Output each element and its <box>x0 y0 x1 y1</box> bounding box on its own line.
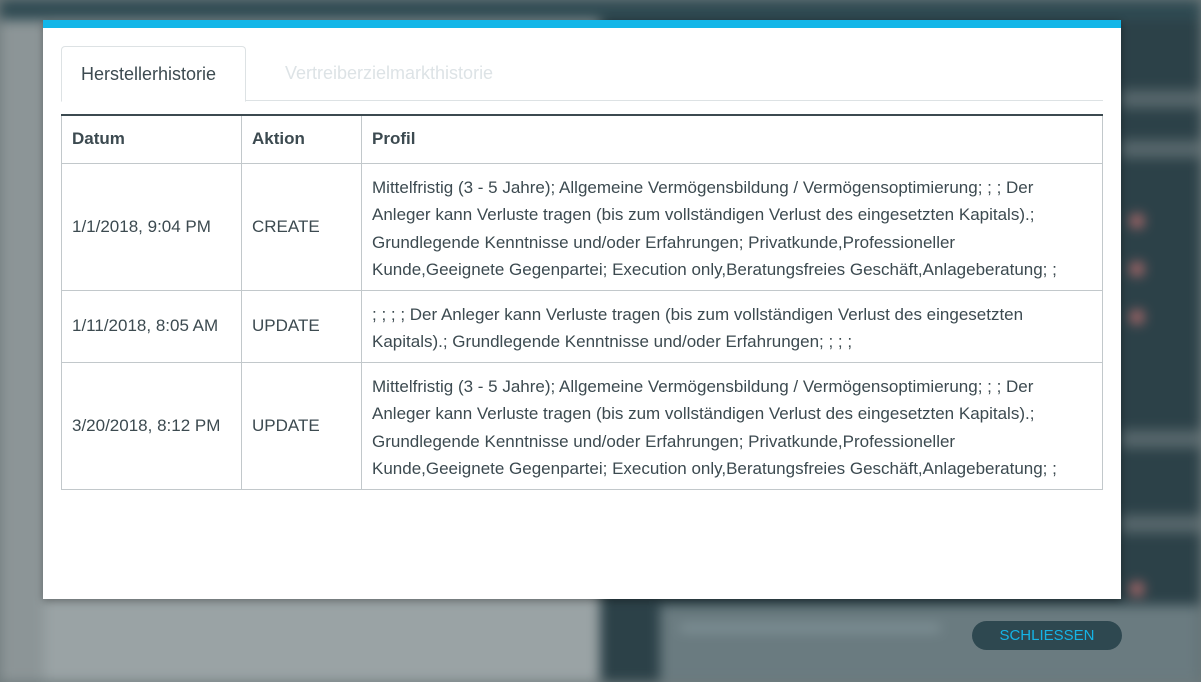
cell-datum: 3/20/2018, 8:12 PM <box>61 361 242 490</box>
column-header-profil: Profil <box>361 114 1103 164</box>
cell-datum: 1/11/2018, 8:05 AM <box>61 289 242 363</box>
column-header-aktion: Aktion <box>241 114 362 164</box>
history-modal: Herstellerhistorie Vertreiberzielmarkthi… <box>43 20 1121 599</box>
background-right-row <box>1121 515 1201 533</box>
background-right-row <box>1121 140 1201 158</box>
tab-herstellerhistorie[interactable]: Herstellerhistorie <box>61 46 246 102</box>
cell-aktion: UPDATE <box>241 361 362 490</box>
column-header-datum: Datum <box>61 114 242 164</box>
cell-aktion: UPDATE <box>241 289 362 363</box>
background-status-dot <box>1130 310 1144 324</box>
close-button[interactable]: SCHLIESSEN <box>972 621 1122 650</box>
background-card-line <box>680 625 940 631</box>
table-header-row: Datum Aktion Profil <box>61 114 1103 164</box>
cell-aktion: CREATE <box>241 162 362 291</box>
background-left-panel <box>0 20 44 682</box>
cell-datum: 1/1/2018, 9:04 PM <box>61 162 242 291</box>
cell-profil: ; ; ; ; Der Anleger kann Verluste tragen… <box>361 289 1103 363</box>
tab-bar: Herstellerhistorie Vertreiberzielmarkthi… <box>61 46 1103 102</box>
background-right-row <box>1121 430 1201 448</box>
history-table: Datum Aktion Profil 1/1/2018, 9:04 PM CR… <box>61 114 1103 490</box>
cell-profil: Mittelfristig (3 - 5 Jahre); Allgemeine … <box>361 361 1103 490</box>
background-topbar <box>0 0 1201 20</box>
background-status-dot <box>1130 582 1144 596</box>
background-status-dot <box>1130 214 1144 228</box>
cell-profil: Mittelfristig (3 - 5 Jahre); Allgemeine … <box>361 162 1103 291</box>
tab-vertreiberzielmarkthistorie[interactable]: Vertreiberzielmarkthistorie <box>266 46 512 101</box>
modal-accent-bar <box>43 20 1121 28</box>
background-status-dot <box>1130 262 1144 276</box>
table-row: 1/1/2018, 9:04 PM CREATE Mittelfristig (… <box>61 162 1103 291</box>
table-row: 1/11/2018, 8:05 AM UPDATE ; ; ; ; Der An… <box>61 289 1103 363</box>
table-row: 3/20/2018, 8:12 PM UPDATE Mittelfristig … <box>61 361 1103 490</box>
background-right-row <box>1121 90 1201 108</box>
